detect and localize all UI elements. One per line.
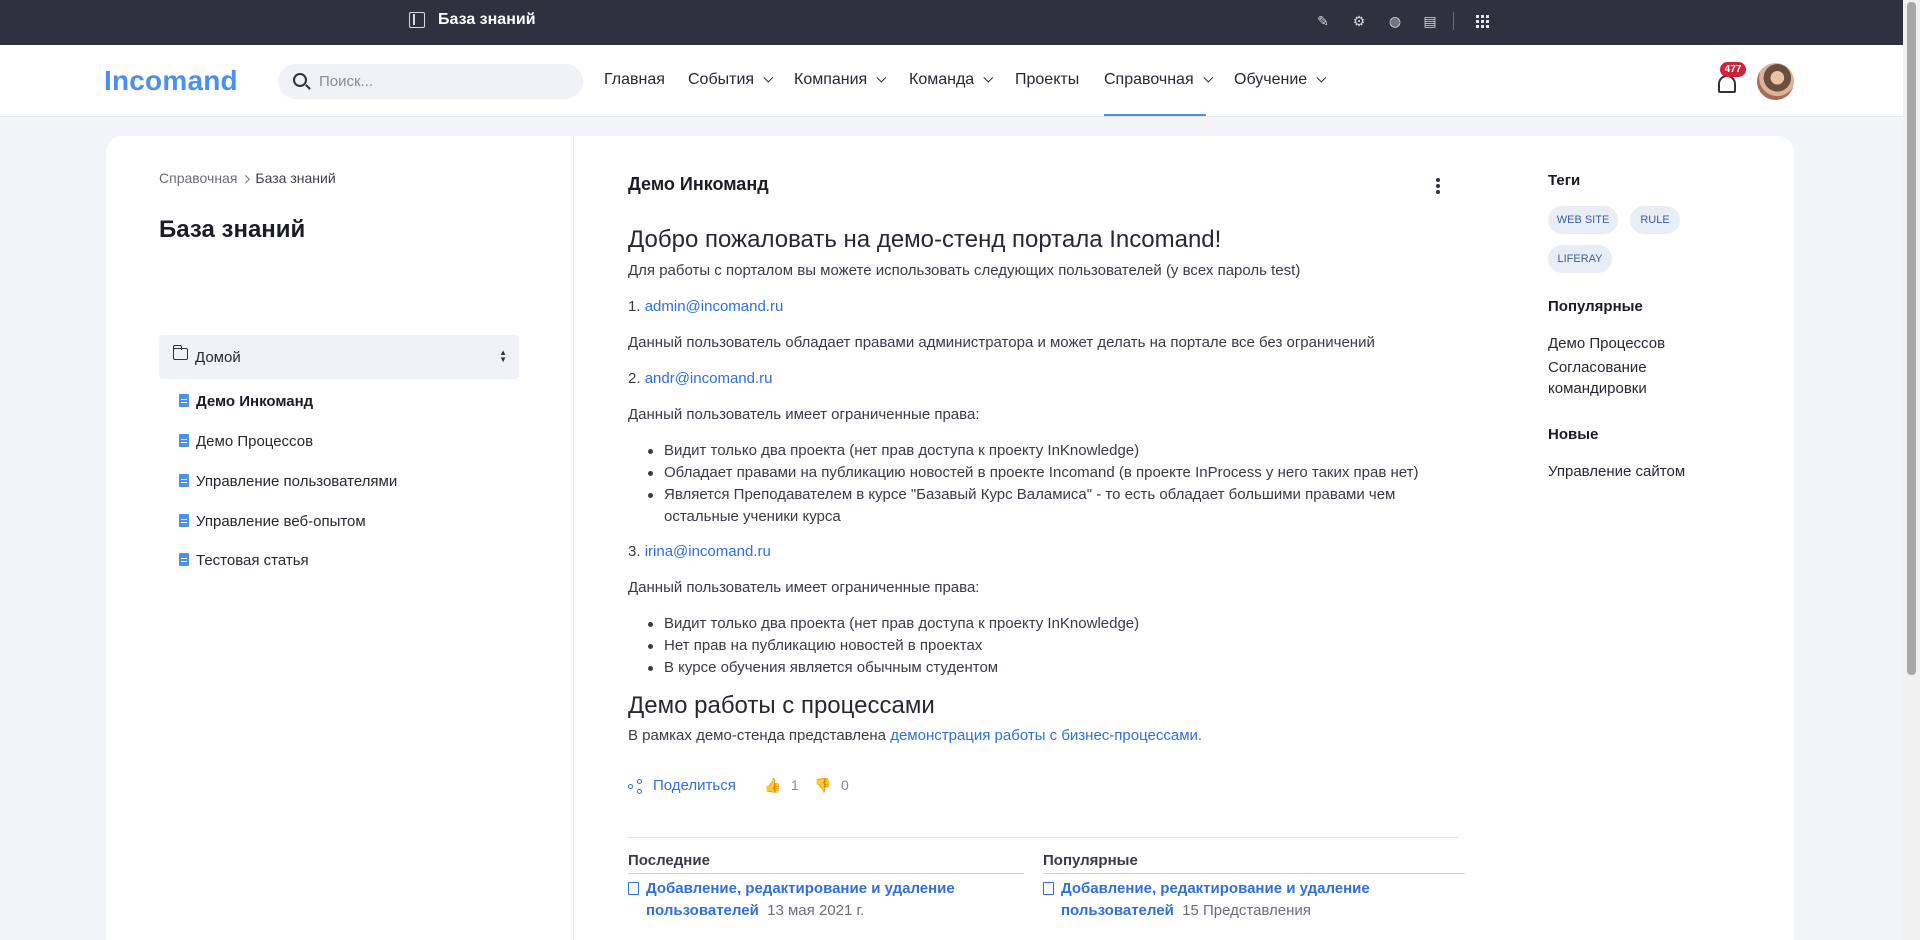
bell-icon[interactable]	[1718, 75, 1736, 93]
avatar[interactable]	[1757, 63, 1794, 100]
tag-web-site[interactable]: WEB SITE	[1548, 206, 1618, 234]
process-demo-link[interactable]: демонстрация работы с бизнес-процессами.	[890, 727, 1202, 744]
chevron-right-icon	[241, 175, 251, 184]
content-card: Справочная База знаний База знаний Домой …	[106, 136, 1794, 940]
nav-home[interactable]: Главная	[604, 71, 665, 89]
tree-item-user-management[interactable]: Управление пользователями	[179, 473, 397, 490]
popular-link[interactable]: Демо Процессов	[1548, 333, 1748, 354]
nav-reference[interactable]: Справочная	[1104, 71, 1213, 89]
divider	[628, 837, 1459, 838]
search-box	[278, 64, 583, 99]
sidebar-toggle-icon[interactable]	[409, 12, 425, 28]
tree-item-web-experience[interactable]: Управление веб-опытом	[179, 513, 366, 530]
section-heading: Демо работы с процессами	[628, 692, 935, 719]
page-scrollbar[interactable]	[1903, 0, 1920, 940]
share-button[interactable]: Поделиться	[653, 777, 736, 794]
document-icon	[179, 394, 189, 407]
more-options-icon[interactable]	[1436, 178, 1440, 196]
user1-line: 1. admin@incomand.ru	[628, 298, 784, 315]
tag-rule[interactable]: RULE	[1630, 206, 1680, 234]
user2-email-link[interactable]: andr@incomand.ru	[645, 370, 773, 387]
document-icon	[179, 553, 189, 566]
recent-article[interactable]: Добавление, редактирование и удаление по…	[646, 878, 986, 922]
chevron-down-icon	[876, 72, 887, 83]
chevron-down-icon	[1316, 72, 1327, 83]
admin-control-bar: База знаний ✎ ⚙ ◍ ▤	[0, 0, 1903, 45]
popular-article[interactable]: Добавление, редактирование и удаление по…	[1061, 878, 1401, 922]
new-link[interactable]: Управление сайтом	[1548, 461, 1748, 482]
nav-team[interactable]: Команда	[909, 71, 994, 89]
folder-selector[interactable]: Домой ▲ ▼	[159, 335, 519, 379]
gear-icon[interactable]: ⚙	[1348, 10, 1370, 32]
list-item: Является Преподавателем в курсе "Базавый…	[648, 484, 1464, 528]
nav-learning[interactable]: Обучение	[1234, 71, 1327, 89]
nav-events[interactable]: События	[688, 71, 774, 89]
tags-header: Теги	[1548, 172, 1581, 189]
user3-description: Данный пользователь имеет ограниченные п…	[628, 579, 980, 596]
user2-description: Данный пользователь имеет ограниченные п…	[628, 406, 980, 423]
breadcrumb-item-reference[interactable]: Справочная	[159, 170, 237, 186]
document-icon	[179, 434, 189, 447]
list-item: Обладает правами на публикацию новостей …	[648, 462, 1464, 484]
apps-grid-icon[interactable]	[1471, 10, 1493, 32]
recent-header: Последние	[628, 852, 710, 869]
document-icon	[179, 514, 189, 527]
preview-icon[interactable]: ▤	[1419, 10, 1441, 32]
user1-description: Данный пользователь обладает правами адм…	[628, 334, 1375, 351]
nav-active-indicator	[1104, 114, 1206, 116]
breadcrumb-item-current: База знаний	[255, 170, 336, 186]
user1-email-link[interactable]: admin@incomand.ru	[645, 298, 784, 315]
intro-text: Для работы с порталом вы можете использо…	[628, 262, 1301, 279]
nav-projects[interactable]: Проекты	[1015, 71, 1079, 89]
process-text: В рамках демо-стенда представлена демонс…	[628, 727, 1203, 744]
document-icon	[179, 474, 189, 487]
document-icon	[628, 882, 639, 895]
globe-icon[interactable]: ◍	[1384, 10, 1406, 32]
popular-header: Популярные	[1548, 298, 1643, 315]
chevron-down-icon	[983, 72, 994, 83]
scrollbar-thumb[interactable]	[1907, 2, 1916, 675]
divider	[1043, 873, 1465, 874]
breadcrumb: Справочная База знаний	[159, 170, 336, 186]
site-logo[interactable]: Incomand	[104, 65, 238, 97]
popular-link[interactable]: Согласование командировки	[1548, 357, 1748, 399]
article-heading: Добро пожаловать на демо-стенд портала I…	[628, 226, 1222, 253]
admin-bar-title: База знаний	[438, 11, 536, 28]
page-title: База знаний	[159, 216, 306, 243]
folder-icon	[172, 345, 188, 360]
notification-badge: 477	[1720, 62, 1746, 77]
thumbs-up-icon[interactable]: 👍	[764, 777, 781, 794]
nav-company[interactable]: Компания	[794, 71, 887, 89]
user2-line: 2. andr@incomand.ru	[628, 370, 773, 387]
pencil-icon[interactable]: ✎	[1312, 10, 1334, 32]
user3-email-link[interactable]: irina@incomand.ru	[645, 543, 771, 560]
list-item: Видит только два проекта (нет прав досту…	[648, 440, 1464, 462]
divider	[628, 873, 1024, 874]
tree-item-demo-incomand[interactable]: Демо Инкоманд	[179, 393, 313, 410]
admin-bar-divider	[1453, 12, 1454, 30]
user3-line: 3. irina@incomand.ru	[628, 543, 771, 560]
thumbs-down-icon[interactable]: 👎	[814, 777, 831, 794]
search-icon[interactable]	[293, 73, 307, 87]
share-icon[interactable]	[628, 779, 644, 795]
popular-header: Популярные	[1043, 852, 1138, 869]
folder-label: Домой	[195, 349, 241, 366]
search-input[interactable]	[319, 64, 569, 99]
new-header: Новые	[1548, 426, 1599, 443]
likes-count: 1	[791, 777, 799, 793]
tag-liferay[interactable]: LIFERAY	[1548, 245, 1612, 273]
article-title: Демо Инкоманд	[628, 174, 769, 194]
chevron-down-icon	[1203, 72, 1213, 83]
dislikes-count: 0	[841, 777, 849, 793]
document-icon	[1043, 882, 1054, 895]
site-header: Incomand Главная События Компания Команд…	[0, 45, 1903, 117]
tree-item-test-article[interactable]: Тестовая статья	[179, 552, 309, 569]
list-item: В курсе обучения является обычным студен…	[648, 657, 1464, 679]
tree-item-demo-processes[interactable]: Демо Процессов	[179, 433, 313, 450]
list-item: Видит только два проекта (нет прав досту…	[648, 613, 1464, 635]
sort-arrows-icon: ▲ ▼	[499, 348, 507, 364]
list-item: Нет прав на публикацию новостей в проект…	[648, 635, 1464, 657]
knowledge-base-nav: Справочная База знаний База знаний Домой …	[106, 136, 574, 940]
chevron-down-icon	[763, 72, 774, 83]
